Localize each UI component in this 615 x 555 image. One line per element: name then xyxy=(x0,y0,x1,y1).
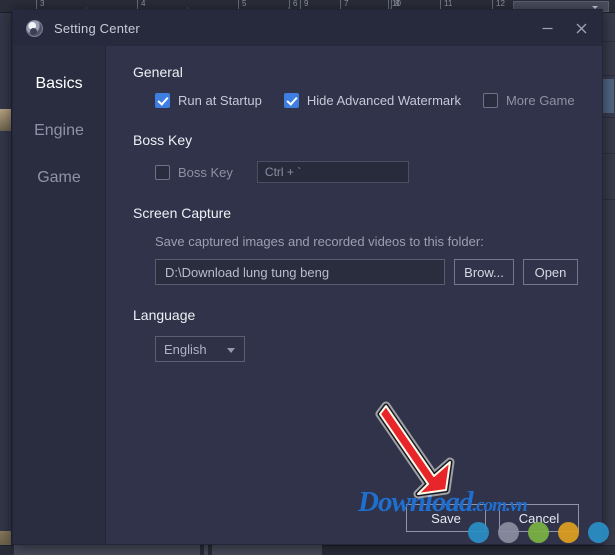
screen-capture-path-row: D:\Download lung tung beng Brow... Open xyxy=(133,259,578,285)
checkbox-hide-advanced-watermark[interactable]: Hide Advanced Watermark xyxy=(284,93,461,108)
checkbox-unchecked-icon[interactable] xyxy=(483,93,498,108)
ruler-tick-label: 9 xyxy=(304,0,308,8)
ruler-tick-label: 4 xyxy=(141,0,145,8)
screenshot-root: 3 4 5 6 7 8 9 10 11 12 Setting Ce xyxy=(0,0,615,555)
sidebar-item-label: Basics xyxy=(35,75,82,93)
window-body: Basics Engine Game General Run xyxy=(13,46,602,544)
minimize-button[interactable] xyxy=(530,13,564,43)
ruler-tick-label: 5 xyxy=(242,0,246,8)
setting-center-window: Setting Center Basics xyxy=(12,9,603,545)
capture-folder-input[interactable]: D:\Download lung tung beng xyxy=(155,259,445,285)
checkbox-label: More Game xyxy=(506,93,575,108)
section-language: Language English xyxy=(133,307,578,362)
checkbox-label: Run at Startup xyxy=(178,93,262,108)
cancel-button[interactable]: Cancel xyxy=(499,504,579,532)
section-screen-capture: Screen Capture Save captured images and … xyxy=(133,205,578,285)
background-left-strip xyxy=(0,13,12,555)
section-title-boss-key: Boss Key xyxy=(133,132,578,148)
app-logo-icon xyxy=(26,20,43,37)
language-row: English xyxy=(133,336,578,362)
ruler-tick-label: 3 xyxy=(40,0,44,8)
section-title-screen-capture: Screen Capture xyxy=(133,205,578,221)
chevron-down-icon xyxy=(227,348,235,353)
section-boss-key: Boss Key Boss Key Ctrl + ` xyxy=(133,132,578,183)
boss-key-row: Boss Key Ctrl + ` xyxy=(133,161,578,183)
screen-capture-hint: Save captured images and recorded videos… xyxy=(133,234,578,249)
language-selected-value: English xyxy=(164,342,207,357)
checkbox-label: Boss Key xyxy=(178,165,233,180)
language-select[interactable]: English xyxy=(155,336,245,362)
section-title-language: Language xyxy=(133,307,578,323)
dialog-footer: Save Cancel xyxy=(406,504,579,532)
sidebar-item-basics[interactable]: Basics xyxy=(13,60,105,107)
sidebar-item-engine[interactable]: Engine xyxy=(13,107,105,154)
ruler-tick-label: 7 xyxy=(344,0,348,8)
sidebar-item-label: Engine xyxy=(34,122,84,140)
boss-key-hotkey-input[interactable]: Ctrl + ` xyxy=(257,161,409,183)
sidebar-item-label: Game xyxy=(37,169,81,187)
checkbox-more-game[interactable]: More Game xyxy=(483,93,575,108)
settings-content: General Run at Startup Hide Advanced Wat… xyxy=(106,46,602,544)
checkbox-label: Hide Advanced Watermark xyxy=(307,93,461,108)
ruler-tick-label: 11 xyxy=(444,0,452,8)
sidebar-item-game[interactable]: Game xyxy=(13,154,105,201)
browse-button[interactable]: Brow... xyxy=(454,259,514,285)
window-titlebar[interactable]: Setting Center xyxy=(13,10,602,46)
background-thumbnail-top xyxy=(0,109,11,131)
background-bottom-bar xyxy=(0,545,615,555)
checkbox-run-at-startup[interactable]: Run at Startup xyxy=(155,93,262,108)
open-folder-button[interactable]: Open xyxy=(523,259,578,285)
general-checkbox-row: Run at Startup Hide Advanced Watermark M… xyxy=(133,93,578,108)
window-controls xyxy=(530,10,598,46)
section-title-general: General xyxy=(133,64,578,80)
sidebar: Basics Engine Game xyxy=(13,46,106,544)
section-general: General Run at Startup Hide Advanced Wat… xyxy=(133,64,578,108)
checkbox-checked-icon[interactable] xyxy=(155,93,170,108)
close-button[interactable] xyxy=(564,13,598,43)
ruler-tick-label: 12 xyxy=(496,0,505,8)
save-button[interactable]: Save xyxy=(406,504,486,532)
window-title: Setting Center xyxy=(54,21,140,36)
checkbox-unchecked-icon[interactable] xyxy=(155,165,170,180)
checkbox-boss-key[interactable]: Boss Key xyxy=(155,165,233,180)
ruler-tick-label: 6 xyxy=(293,0,297,8)
ruler-tick-label: 10 xyxy=(392,0,401,8)
checkbox-checked-icon[interactable] xyxy=(284,93,299,108)
